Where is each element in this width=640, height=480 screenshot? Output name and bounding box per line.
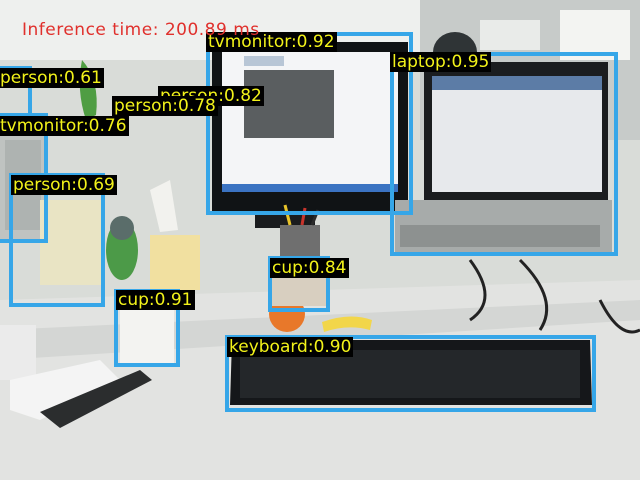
detection-label-tvmonitor-2: tvmonitor:0.76 [0,116,129,136]
detection-view: tvmonitor:0.92 laptop:0.95 person:0.61 p… [0,0,640,480]
laptop-box [390,52,618,256]
detection-label-laptop: laptop:0.95 [390,52,492,72]
detection-label-person-1: person:0.61 [0,68,104,88]
detection-label-cup-2: cup:0.91 [116,290,195,310]
detection-label-keyboard: keyboard:0.90 [227,337,354,357]
detection-label-person-2: person:0.78 [112,96,218,116]
inference-time-text: Inference time: 200.89 ms [22,20,260,40]
tvmonitor-box-1 [206,32,413,215]
detection-label-person-4: person:0.69 [11,175,117,195]
detection-label-cup-1: cup:0.84 [270,258,349,278]
